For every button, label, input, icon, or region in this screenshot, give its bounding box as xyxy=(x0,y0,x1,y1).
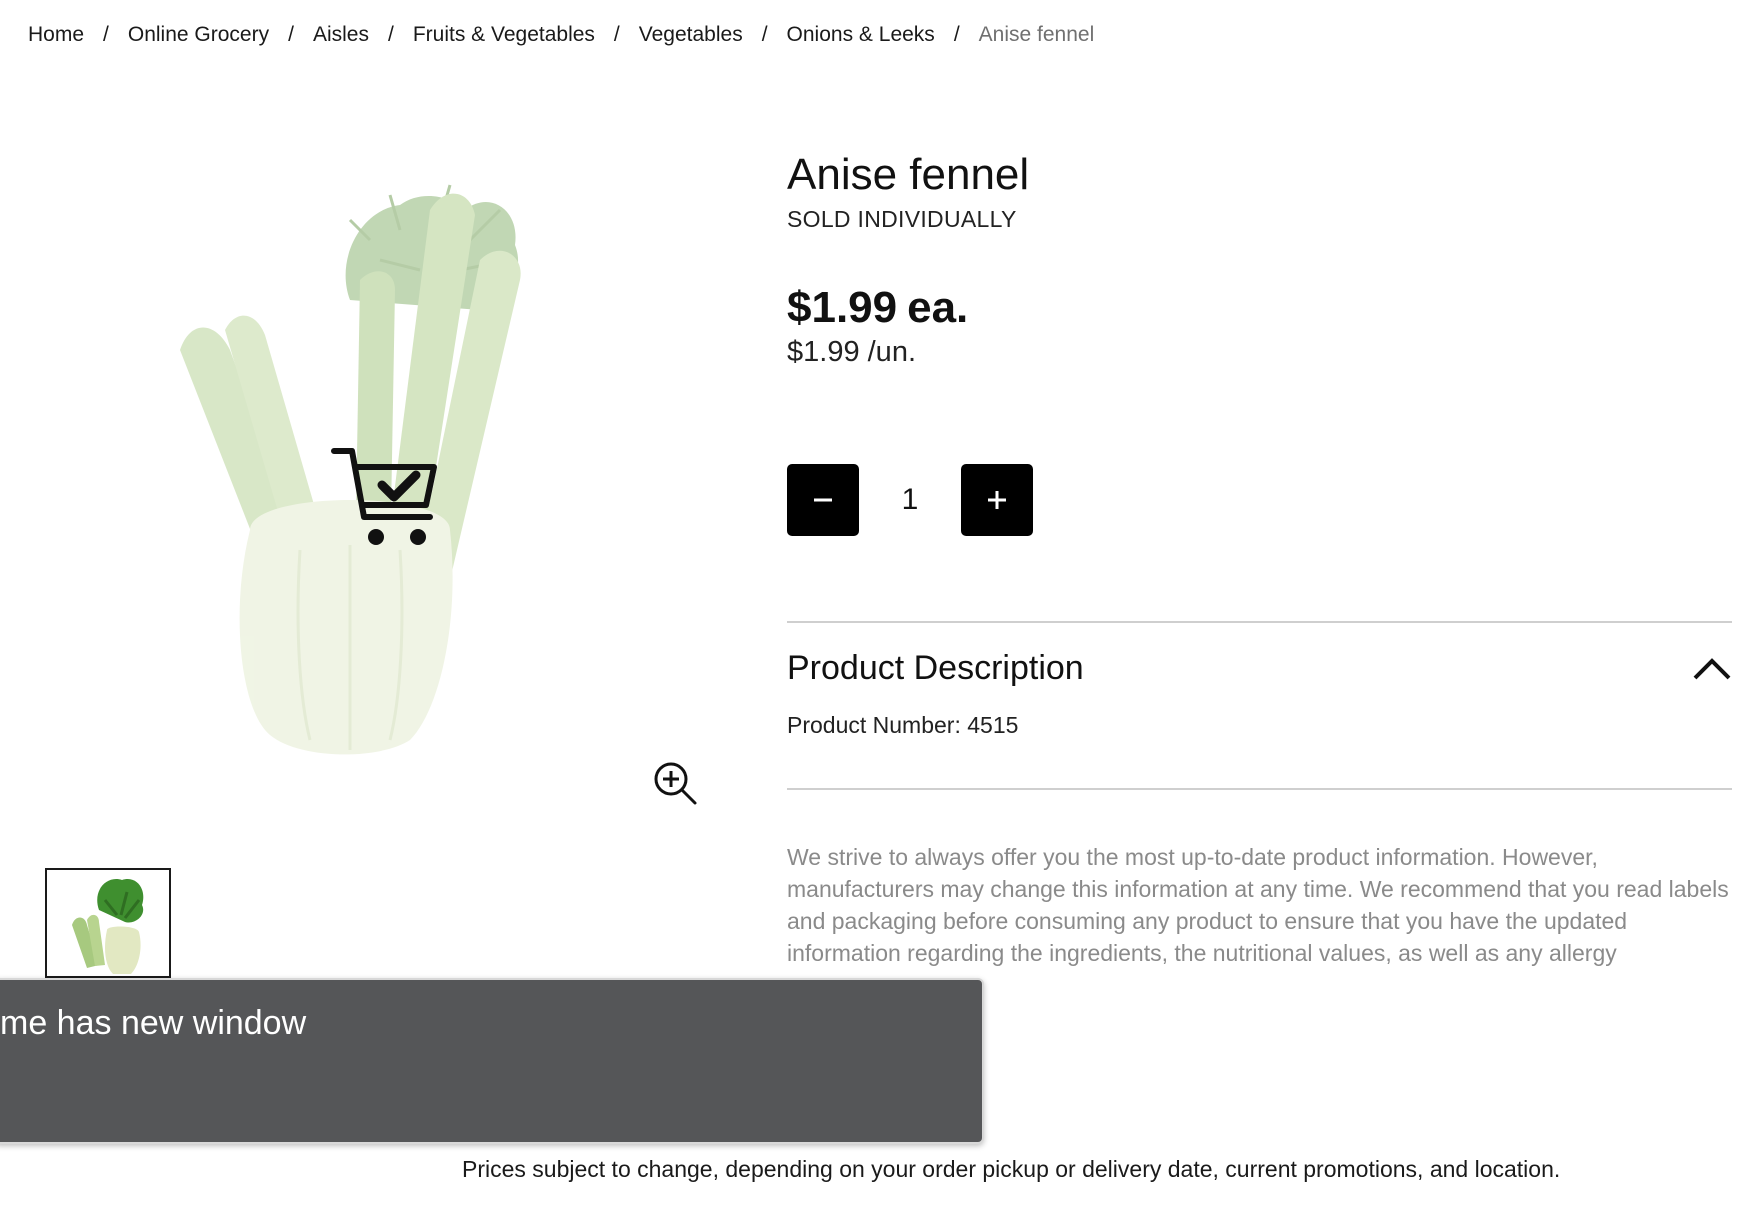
quantity-value[interactable]: 1 xyxy=(859,483,961,517)
breadcrumb-separator: / xyxy=(387,23,394,46)
minus-icon xyxy=(814,498,832,502)
product-description-title: Product Description xyxy=(787,648,1084,687)
product-title: Anise fennel xyxy=(787,150,1030,199)
product-number: Product Number: 4515 xyxy=(787,712,1019,738)
breadcrumb-separator: / xyxy=(613,23,620,46)
price-disclaimer: Prices subject to change, depending on y… xyxy=(462,1156,1561,1182)
unit-price: $1.99 /un. xyxy=(787,336,916,368)
divider xyxy=(787,788,1732,790)
price-unit: ea. xyxy=(907,283,969,332)
breadcrumb-separator: / xyxy=(288,23,294,46)
breadcrumb-current: Anise fennel xyxy=(978,23,1095,46)
breadcrumb-separator: / xyxy=(761,23,768,46)
breadcrumb-aisles[interactable]: Aisles xyxy=(313,23,369,47)
breadcrumb-home[interactable]: Home xyxy=(28,23,84,47)
cart-check-icon xyxy=(331,448,437,545)
breadcrumb: Home / Online Grocery / Aisles / Fruits … xyxy=(28,20,1094,50)
product-price: $1.99 ea. xyxy=(787,283,968,333)
product-disclaimer: We strive to always offer you the most u… xyxy=(787,844,1729,966)
product-thumbnail-image xyxy=(72,879,144,974)
breadcrumb-separator: / xyxy=(103,23,109,46)
quantity-stepper: 1 xyxy=(787,464,1033,536)
notification-toast: me has new window xyxy=(0,978,984,1144)
product-thumbnail[interactable] xyxy=(45,868,171,978)
breadcrumb-fruits-vegetables[interactable]: Fruits & Vegetables xyxy=(413,23,595,47)
product-description-toggle[interactable]: Product Description xyxy=(787,640,1732,696)
plus-icon xyxy=(988,491,1006,509)
breadcrumb-onions-leeks[interactable]: Onions & Leeks xyxy=(787,23,935,47)
divider xyxy=(787,621,1732,623)
decrement-button[interactable] xyxy=(787,464,859,536)
breadcrumb-separator: / xyxy=(953,23,960,46)
chevron-up-icon[interactable] xyxy=(1692,655,1732,681)
breadcrumb-vegetables[interactable]: Vegetables xyxy=(639,23,743,47)
price-value: $1.99 xyxy=(787,283,898,332)
product-image-area xyxy=(120,150,720,810)
product-details: Anise fennel SOLD INDIVIDUALLY xyxy=(787,148,1732,233)
sold-individually-label: SOLD INDIVIDUALLY xyxy=(787,206,1017,232)
toast-message: me has new window xyxy=(0,1004,307,1042)
zoom-in-icon[interactable] xyxy=(652,760,698,806)
increment-button[interactable] xyxy=(961,464,1033,536)
breadcrumb-online-grocery[interactable]: Online Grocery xyxy=(128,23,269,47)
